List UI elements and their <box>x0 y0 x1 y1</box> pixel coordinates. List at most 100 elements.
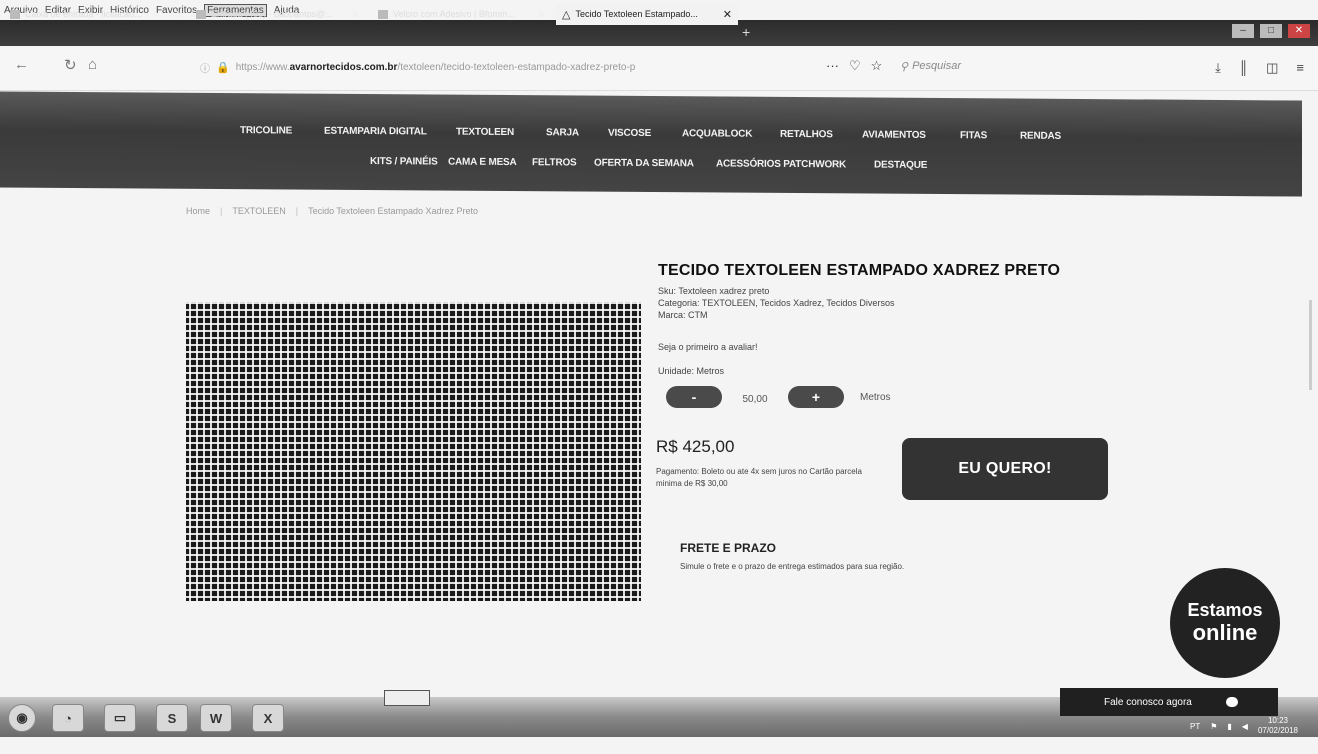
product-price: R$ 425,00 <box>656 437 735 456</box>
breadcrumb-home[interactable]: Home <box>186 206 210 216</box>
quantity-input[interactable]: 50,00 <box>722 390 788 405</box>
nav-item-kits-paineis[interactable]: KITS / PAINÉIS <box>370 156 448 168</box>
chat-badge-line2: online <box>1192 620 1258 645</box>
product-image[interactable] <box>186 302 641 601</box>
nav-item-acquablock[interactable]: ACQUABLOCK <box>682 128 780 140</box>
window-controls: – □ ✕ <box>1232 24 1310 38</box>
quantity-unit: Metros <box>860 391 891 403</box>
tab-tecido-textoleen[interactable]: △ Tecido Textoleen Estampado... ✕ <box>556 3 738 25</box>
buy-button[interactable]: EU QUERO! <box>902 438 1108 500</box>
new-tab-icon[interactable]: + <box>742 24 750 40</box>
download-icon[interactable]: ⤓ <box>1215 60 1221 76</box>
close-icon[interactable]: ✕ <box>723 8 732 21</box>
toolbar-icons: ⤓ ║ ◫ ≡ <box>1215 60 1304 76</box>
nav-item-viscose[interactable]: VISCOSE <box>608 128 682 140</box>
chat-bar-label: Fale conosco agora <box>1104 696 1192 708</box>
nav-item-oferta-da-semana[interactable]: OFERTA DA SEMANA <box>594 158 716 170</box>
chat-speech-icon <box>1225 697 1238 707</box>
page-scrollbar[interactable] <box>1309 300 1312 390</box>
payment-info: Pagamento: Boleto ou ate 4x sem juros no… <box>656 467 862 488</box>
lock-icon: 🔒 <box>216 61 230 74</box>
breadcrumb: Home | TEXTOLEEN | Tecido Textoleen Esta… <box>186 206 478 216</box>
language-indicator[interactable]: PT <box>1190 722 1200 731</box>
tray-flag-icon[interactable]: ⚑ <box>1210 722 1217 731</box>
page-actions: ··· ♡ ☆ <box>826 58 882 74</box>
more-actions-icon[interactable]: ··· <box>826 58 839 74</box>
excel-taskbar-icon[interactable]: X <box>252 704 284 732</box>
nav-item-feltros[interactable]: FELTROS <box>532 157 594 168</box>
product-brand: Marca: CTM <box>658 310 708 320</box>
tab-inbox-entrada[interactable]: Entrada (405) - baobantos@... ✕ <box>190 3 366 25</box>
window-close-icon[interactable]: ✕ <box>1288 24 1310 38</box>
nav-item-sarja[interactable]: SARJA <box>546 127 608 138</box>
unit-label: Unidade: Metros <box>658 366 725 376</box>
nav-item-textoleen[interactable]: TEXTOLEEN <box>456 127 546 139</box>
nav-item-tricoline[interactable]: TRICOLINE <box>240 125 324 137</box>
taskbar-preview[interactable] <box>384 690 430 706</box>
search-placeholder: Pesquisar <box>912 60 961 72</box>
review-link[interactable]: Seja o primeiro a avaliar! <box>658 342 758 352</box>
minimize-icon[interactable]: – <box>1232 24 1254 38</box>
browser-taskbar-icon[interactable]: ◔ <box>52 704 84 732</box>
tab-label: Entrada (405) - baobantos@... <box>211 9 333 19</box>
warning-triangle-icon: △ <box>562 8 571 21</box>
nav-item-destaque[interactable]: DESTAQUE <box>874 160 927 171</box>
back-arrow-icon[interactable]: ← <box>14 56 29 73</box>
breadcrumb-textoleen[interactable]: TEXTOLEEN <box>232 206 285 216</box>
library-icon[interactable]: ║ <box>1239 60 1248 76</box>
start-button-icon[interactable]: ◉ <box>8 704 36 732</box>
chat-badge-line1: Estamos <box>1187 600 1263 620</box>
skype-taskbar-icon[interactable]: S <box>156 704 188 732</box>
home-icon[interactable]: ⌂ <box>88 56 97 73</box>
maximize-icon[interactable]: □ <box>1260 24 1282 38</box>
close-icon[interactable]: ✕ <box>537 8 546 21</box>
close-icon[interactable]: ✕ <box>351 8 360 21</box>
product-title: TECIDO TEXTOLEEN ESTAMPADO XADREZ PRETO <box>658 262 1061 279</box>
increase-quantity-button[interactable]: + <box>788 386 844 408</box>
nav-item-retalhos[interactable]: RETALHOS <box>780 129 862 141</box>
site-navigation: TRICOLINE ESTAMPARIA DIGITAL TEXTOLEEN S… <box>0 91 1302 197</box>
bookmark-star-icon[interactable]: ☆ <box>871 58 883 74</box>
nav-item-cama-e-mesa[interactable]: CAMA E MESA <box>448 157 532 169</box>
nav-item-rendas[interactable]: RENDAS <box>1020 131 1061 142</box>
mail-icon <box>10 9 20 19</box>
navigation-bar: ← ↻ ⌂ ⓘ 🔒 https://www.avarnortecidos.com… <box>0 46 1318 91</box>
pocket-icon[interactable]: ♡ <box>849 58 861 74</box>
system-tray: PT ⚑ ▮ ◀ 10:23 07/02/2018 <box>1190 716 1298 736</box>
chat-online-badge[interactable]: Estamos online <box>1170 568 1280 678</box>
clock[interactable]: 10:23 07/02/2018 <box>1258 716 1298 736</box>
search-input[interactable]: ⚲ Pesquisar <box>900 60 961 73</box>
tab-inbox-licitacao[interactable]: Caixa de entrada - licitacao... ✕ <box>4 3 190 25</box>
close-icon[interactable]: ✕ <box>175 8 184 21</box>
reload-icon[interactable]: ↻ <box>64 56 77 74</box>
nav-item-fitas[interactable]: FITAS <box>960 130 1020 141</box>
tab-velcro[interactable]: Velcro com Adesivo | Bfomm... ✕ <box>372 3 552 25</box>
tray-volume-icon[interactable]: ◀ <box>1242 722 1248 731</box>
tab-label: Velcro com Adesivo | Bfomm... <box>393 9 515 19</box>
site-favicon-icon <box>378 9 388 19</box>
info-icon[interactable]: ⓘ <box>200 60 210 75</box>
word-taskbar-icon[interactable]: W <box>200 704 232 732</box>
tab-label: Tecido Textoleen Estampado... <box>575 9 698 19</box>
nav-row-1: TRICOLINE ESTAMPARIA DIGITAL TEXTOLEEN S… <box>240 125 1061 142</box>
shipping-description: Simule o frete e o prazo de entrega esti… <box>680 562 905 571</box>
clock-time: 10:23 <box>1267 716 1288 725</box>
folder-taskbar-icon[interactable]: ▭ <box>104 704 136 732</box>
tray-network-icon[interactable]: ▮ <box>1227 722 1231 731</box>
sidebar-icon[interactable]: ◫ <box>1266 60 1278 76</box>
nav-item-aviamentos[interactable]: AVIAMENTOS <box>862 129 960 141</box>
breadcrumb-separator: | <box>220 206 223 216</box>
quantity-stepper: - 50,00 + Metros <box>666 386 891 408</box>
mail-icon <box>196 9 206 19</box>
nav-item-estamparia-digital[interactable]: ESTAMPARIA DIGITAL <box>324 126 456 138</box>
product-sku: Sku: Textoleen xadrez preto <box>658 286 770 296</box>
search-icon: ⚲ <box>900 61 909 73</box>
hamburger-menu-icon[interactable]: ≡ <box>1296 60 1304 76</box>
address-bar[interactable]: ⓘ 🔒 https://www.avarnortecidos.com.br/te… <box>200 55 820 79</box>
decrease-quantity-button[interactable]: - <box>666 386 722 408</box>
nav-item-acessorios-patchwork[interactable]: ACESSÓRIOS PATCHWORK <box>716 158 874 170</box>
chat-bar[interactable]: Fale conosco agora <box>1060 688 1278 716</box>
product-category: Categoria: TEXTOLEEN, Tecidos Xadrez, Te… <box>658 298 895 308</box>
clock-date: 07/02/2018 <box>1257 726 1298 735</box>
breadcrumb-separator: | <box>295 206 299 216</box>
